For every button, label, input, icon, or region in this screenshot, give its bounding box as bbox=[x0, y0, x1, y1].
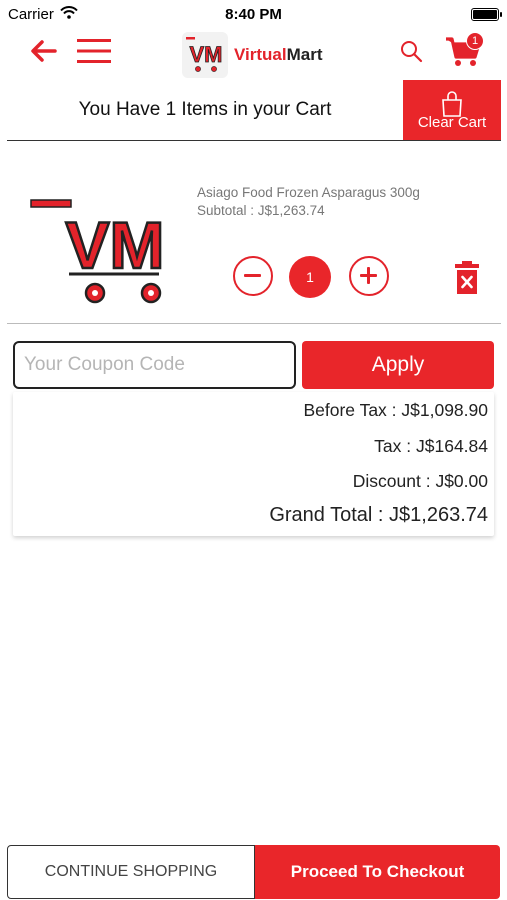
search-button[interactable] bbox=[396, 36, 426, 66]
remove-item-button[interactable] bbox=[453, 260, 481, 296]
trash-icon bbox=[455, 261, 479, 294]
svg-text:VM: VM bbox=[190, 42, 223, 67]
svg-text:VM: VM bbox=[66, 208, 165, 282]
coupon-code-input[interactable] bbox=[13, 341, 296, 389]
brand-logo-image: VM bbox=[182, 32, 228, 78]
decrease-quantity-button[interactable] bbox=[233, 256, 273, 296]
discount-total: Discount : J$0.00 bbox=[352, 471, 488, 491]
back-arrow-icon bbox=[31, 40, 57, 62]
tax-total: Tax : J$164.84 bbox=[374, 436, 488, 456]
app-header: VM VirtualMart 1 bbox=[0, 28, 507, 78]
battery-icon bbox=[471, 7, 502, 21]
before-tax-total: Before Tax : J$1,098.90 bbox=[303, 400, 488, 420]
brand-logo[interactable]: VM VirtualMart bbox=[182, 32, 323, 78]
status-bar: Carrier 8:40 PM bbox=[0, 0, 507, 28]
apply-coupon-button[interactable]: Apply bbox=[302, 341, 494, 389]
brand-name: VirtualMart bbox=[234, 45, 323, 65]
brand-name-virtual: Virtual bbox=[234, 45, 287, 64]
product-image: VM bbox=[25, 188, 175, 306]
carrier-label: Carrier bbox=[8, 5, 54, 23]
cart-title-bar: You Have 1 Items in your Cart Clear Cart bbox=[7, 80, 501, 141]
brand-name-mart: Mart bbox=[286, 45, 323, 64]
grand-total: Grand Total : J$1,263.74 bbox=[269, 504, 488, 526]
cart-item: VM Asiago Food Frozen Asparagus 300g Sub… bbox=[7, 160, 501, 324]
quantity-value: 1 bbox=[289, 256, 331, 298]
status-left: Carrier bbox=[8, 6, 78, 23]
search-icon bbox=[401, 41, 423, 63]
clear-cart-button[interactable]: Clear Cart bbox=[403, 80, 501, 140]
clear-cart-label: Clear Cart bbox=[417, 113, 487, 131]
increase-quantity-button[interactable] bbox=[349, 256, 389, 296]
product-name[interactable]: Asiago Food Frozen Asparagus 300g bbox=[197, 185, 420, 200]
cart-count-badge: 1 bbox=[466, 32, 484, 50]
cart-button[interactable]: 1 bbox=[444, 32, 484, 70]
order-totals-card: Before Tax : J$1,098.90 Tax : J$164.84 D… bbox=[13, 392, 494, 536]
back-button[interactable] bbox=[28, 36, 58, 66]
hamburger-icon bbox=[77, 39, 111, 63]
cart-title: You Have 1 Items in your Cart bbox=[78, 99, 332, 120]
continue-shopping-button[interactable]: CONTINUE SHOPPING bbox=[7, 845, 255, 899]
proceed-to-checkout-button[interactable]: Proceed To Checkout bbox=[255, 845, 500, 899]
wifi-icon bbox=[60, 5, 78, 23]
menu-button[interactable] bbox=[76, 36, 112, 66]
product-subtotal: Subtotal : J$1,263.74 bbox=[197, 203, 325, 218]
